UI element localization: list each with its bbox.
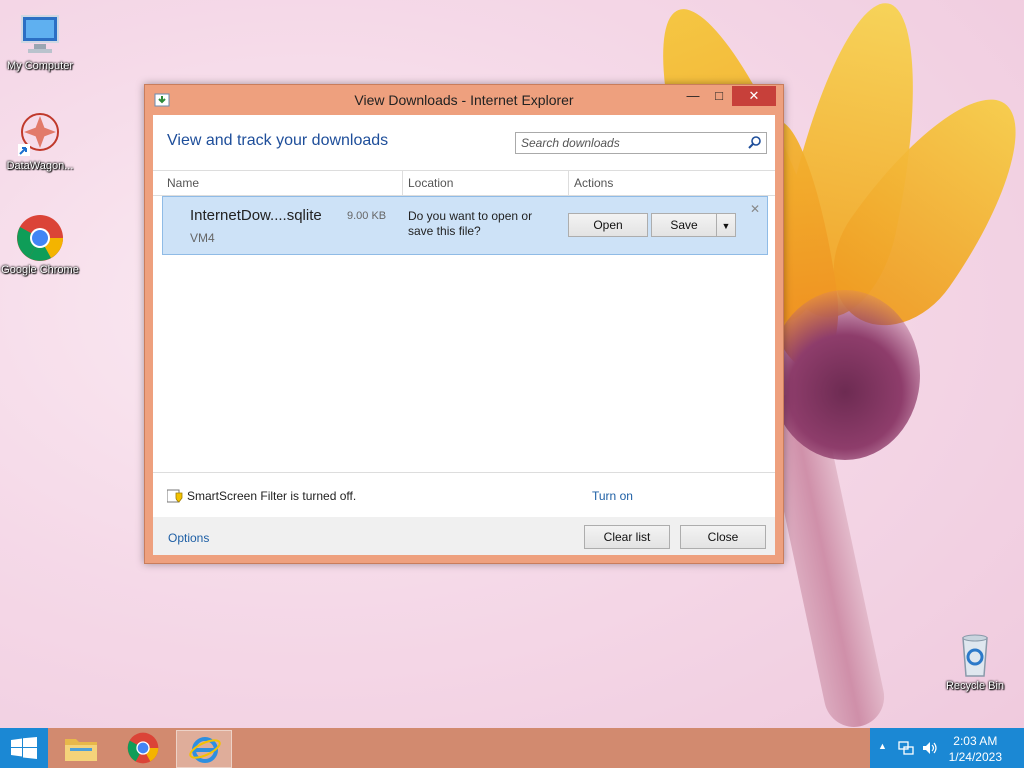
view-downloads-window: View Downloads - Internet Explorer — □ ✕… bbox=[144, 84, 784, 564]
divider bbox=[153, 472, 775, 473]
save-button[interactable]: Save bbox=[651, 213, 717, 237]
taskbar: ▲ 2:03 AM 1/24/2023 bbox=[0, 728, 1024, 768]
search-placeholder: Search downloads bbox=[521, 136, 620, 150]
shield-warning-icon bbox=[166, 489, 183, 503]
search-icon[interactable] bbox=[748, 135, 762, 149]
start-button[interactable] bbox=[0, 728, 48, 768]
download-source: VM4 bbox=[190, 231, 215, 245]
desktop-icon-label: My Computer bbox=[6, 60, 74, 72]
downloads-panel: View and track your downloads Search dow… bbox=[153, 115, 775, 555]
turn-on-link[interactable]: Turn on bbox=[592, 489, 633, 503]
desktop-icon-my-computer[interactable]: My Computer bbox=[0, 10, 80, 72]
close-button[interactable]: Close bbox=[680, 525, 766, 549]
system-tray: ▲ 2:03 AM 1/24/2023 bbox=[870, 728, 1024, 768]
computer-icon bbox=[16, 10, 64, 58]
close-icon: ✕ bbox=[748, 88, 760, 103]
search-input[interactable]: Search downloads bbox=[515, 132, 767, 154]
volume-icon[interactable] bbox=[922, 740, 938, 756]
desktop-icon-google-chrome[interactable]: Google Chrome bbox=[0, 214, 80, 276]
maximize-icon: □ bbox=[715, 88, 723, 103]
download-size: 9.00 KB bbox=[347, 210, 387, 222]
chrome-icon bbox=[127, 732, 159, 764]
internet-explorer-icon bbox=[189, 737, 221, 763]
column-separator bbox=[402, 171, 403, 195]
close-window-button[interactable]: ✕ bbox=[732, 86, 776, 106]
desktop-icon-datawagon[interactable]: DataWagon... bbox=[0, 110, 80, 172]
maximize-button[interactable]: □ bbox=[706, 86, 732, 106]
options-link[interactable]: Options bbox=[168, 531, 209, 545]
chrome-icon bbox=[16, 214, 64, 262]
taskbar-chrome[interactable] bbox=[116, 730, 170, 766]
desktop-icon-recycle-bin[interactable]: Recycle Bin bbox=[935, 630, 1015, 692]
network-icon[interactable] bbox=[898, 740, 914, 756]
clear-list-button[interactable]: Clear list bbox=[584, 525, 670, 549]
minimize-button[interactable]: — bbox=[680, 86, 706, 106]
remove-download-button[interactable]: ✕ bbox=[750, 202, 760, 216]
clock-date: 1/24/2023 bbox=[948, 750, 1002, 764]
recycle-bin-icon bbox=[951, 630, 999, 678]
window-titlebar[interactable]: View Downloads - Internet Explorer — □ ✕ bbox=[145, 85, 783, 115]
clock[interactable]: 2:03 AM 1/24/2023 bbox=[949, 733, 1002, 765]
minimize-icon: — bbox=[686, 88, 700, 103]
column-header-location: Location bbox=[408, 176, 454, 190]
divider bbox=[153, 170, 775, 171]
wallpaper-bulb bbox=[770, 290, 920, 460]
datawagon-icon bbox=[16, 110, 64, 158]
save-options-dropdown[interactable]: ▼ bbox=[716, 213, 736, 237]
show-hidden-icons-button[interactable]: ▲ bbox=[878, 741, 887, 751]
column-separator bbox=[568, 171, 569, 195]
download-filename: InternetDow....sqlite bbox=[190, 207, 322, 224]
window-footer: Options Clear list Close bbox=[153, 517, 775, 555]
column-header-actions: Actions bbox=[574, 176, 614, 190]
download-prompt: Do you want to open or save this file? bbox=[408, 209, 533, 238]
smartscreen-status: SmartScreen Filter is turned off. bbox=[187, 489, 357, 503]
taskbar-internet-explorer[interactable] bbox=[176, 730, 232, 768]
clock-time: 2:03 AM bbox=[953, 734, 998, 748]
folder-icon bbox=[65, 739, 97, 761]
column-header-name: Name bbox=[167, 176, 200, 190]
desktop-icon-label: Google Chrome bbox=[1, 264, 79, 276]
page-title: View and track your downloads bbox=[167, 132, 389, 149]
chevron-down-icon: ▼ bbox=[721, 221, 731, 231]
close-icon: ✕ bbox=[749, 202, 760, 216]
desktop-icon-label: Recycle Bin bbox=[945, 680, 1005, 692]
download-row[interactable]: InternetDow....sqlite 9.00 KB VM4 Do you… bbox=[162, 196, 768, 255]
open-button[interactable]: Open bbox=[568, 213, 648, 237]
windows-logo-icon bbox=[11, 737, 37, 759]
desktop-icon-label: DataWagon... bbox=[6, 160, 74, 172]
taskbar-file-explorer[interactable] bbox=[54, 730, 108, 766]
